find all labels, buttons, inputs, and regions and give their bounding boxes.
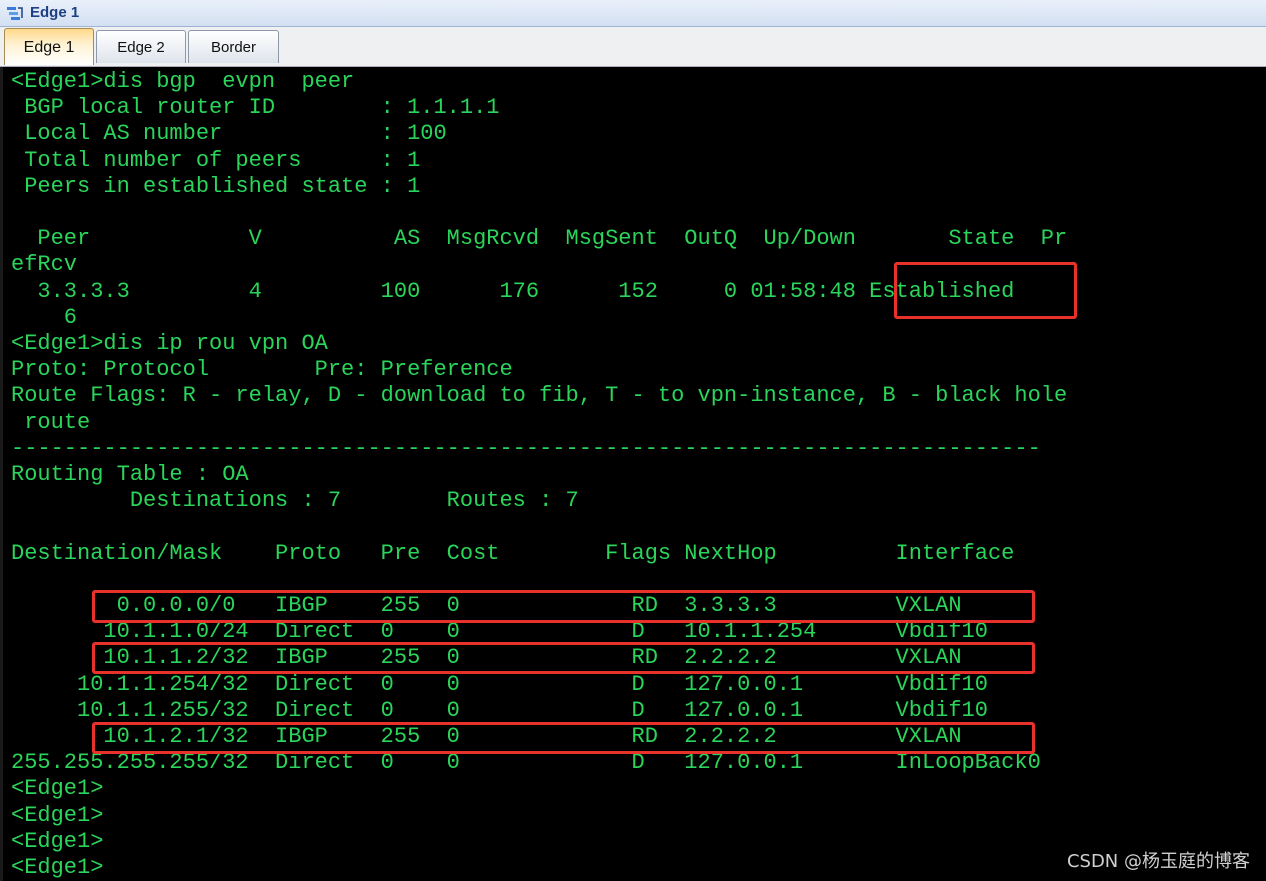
terminal-line: BGP local router ID : 1.1.1.1 <box>11 95 500 121</box>
terminal-line: Total number of peers : 1 <box>11 147 421 173</box>
highlight-route-10-1-1-2 <box>92 642 1035 674</box>
terminal-line: Destination/Mask Proto Pre Cost Flags Ne… <box>11 540 1015 566</box>
terminal-line: efRcv <box>11 252 78 278</box>
terminal-line: Routing Table : OA <box>11 462 249 487</box>
terminal-line: 10.1.1.254/32 Direct 0 0 D 127.0.0.1 Vbd… <box>11 671 988 697</box>
tab-edge-2[interactable]: Edge 2 <box>96 30 186 63</box>
terminal-line: Route Flags: R - relay, D - download to … <box>11 383 1068 409</box>
terminal-console[interactable]: <Edge1>dis bgp evpn peer BGP local route… <box>0 67 1266 881</box>
watermark: CSDN @杨玉庭的博客 <box>1066 851 1250 872</box>
highlight-route-10-1-2-1 <box>92 722 1035 754</box>
terminal-line: <Edge1>dis ip rou vpn OA <box>11 331 328 356</box>
terminal-line: Peers in established state : 1 <box>11 173 421 199</box>
terminal-line: route <box>11 409 91 435</box>
terminal-line: <Edge1> <box>11 855 104 880</box>
tab-bar: Edge 1 Edge 2 Border <box>0 27 1266 67</box>
terminal-line: <Edge1>dis bgp evpn peer <box>11 69 355 94</box>
network-device-icon <box>7 7 23 20</box>
terminal-line: Proto: Protocol Pre: Preference <box>11 357 513 383</box>
terminal-line: <Edge1> <box>11 802 104 828</box>
window-titlebar: Edge 1 <box>0 0 1266 27</box>
terminal-line: <Edge1> <box>11 776 104 802</box>
terminal-line: 10.1.1.255/32 Direct 0 0 D 127.0.0.1 Vbd… <box>11 697 988 723</box>
window-title: Edge 1 <box>30 4 80 21</box>
terminal-line: Destinations : 7 Routes : 7 <box>11 488 579 514</box>
terminal-line: Local AS number : 100 <box>11 121 447 147</box>
terminal-line: 3.3.3.3 4 100 176 152 0 01:58:48 Establi… <box>11 278 1015 304</box>
terminal-line: 255.255.255.255/32 Direct 0 0 D 127.0.0.… <box>11 750 1041 776</box>
tab-border[interactable]: Border <box>188 30 279 63</box>
terminal-line: Peer V AS MsgRcvd MsgSent OutQ Up/Down S… <box>11 226 1068 252</box>
terminal-line: ----------------------------------------… <box>11 435 1041 461</box>
terminal-line: <Edge1> <box>11 828 104 854</box>
highlight-route-default <box>92 590 1035 623</box>
terminal-line: 6 <box>11 304 78 330</box>
highlight-established <box>894 262 1077 319</box>
tab-edge-1[interactable]: Edge 1 <box>4 28 94 65</box>
